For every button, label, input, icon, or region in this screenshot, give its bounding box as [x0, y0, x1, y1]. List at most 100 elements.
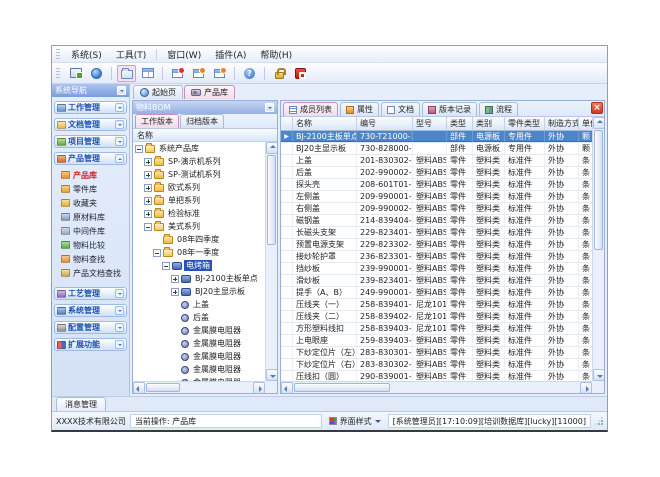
table-row[interactable]: 滑纱板239-823401-00X塑料ABS零件塑料类标准件外协条 [281, 275, 592, 287]
menu-system[interactable]: 系统(S) [64, 47, 109, 62]
nav-group-header-process-management[interactable]: 工艺管理 [54, 287, 127, 300]
tab-member-list[interactable]: 成员列表 [283, 102, 338, 116]
expand-icon[interactable] [144, 171, 152, 179]
table-row[interactable]: 磁钢盖214-839404-01X塑料ABS零件塑料类标准件外协条 [281, 215, 592, 227]
sidebar-item-raw-material-library[interactable]: 原材料库 [61, 210, 127, 224]
web-button[interactable] [87, 65, 106, 82]
tree-node-9[interactable]: 电烤箱 [133, 259, 265, 272]
scroll-down-icon[interactable] [593, 369, 604, 381]
chevron-down-icon[interactable] [115, 137, 124, 146]
pin-icon[interactable] [265, 103, 274, 112]
grid-horizontal-scrollbar[interactable] [281, 381, 592, 393]
tree-node-16[interactable]: 金属膜电阻器 [133, 350, 265, 363]
scroll-left-icon[interactable] [133, 382, 145, 393]
resize-grip[interactable] [595, 417, 603, 425]
tree-node-6[interactable]: 美式系列 [133, 220, 265, 233]
sidebar-item-product-library[interactable]: 产品库 [61, 168, 127, 182]
nav-group-header-project-management[interactable]: 项目管理 [54, 135, 127, 148]
column-header-6[interactable]: 制造方式 [545, 117, 579, 130]
tab-archived-version[interactable]: 归档版本 [180, 114, 224, 128]
scroll-left-icon[interactable] [281, 382, 293, 393]
sidebar-item-parts-library[interactable]: 零件库 [61, 182, 127, 196]
sidebar-item-material-search[interactable]: 物料查找 [61, 252, 127, 266]
scroll-right-icon[interactable] [580, 382, 592, 393]
collapse-icon[interactable] [162, 262, 170, 270]
grid-vscroll-thumb[interactable] [594, 130, 603, 250]
table-row[interactable]: BJ20主显示板730-828000-04X部件电源板专用件外协颗 [281, 143, 592, 155]
tree-node-13[interactable]: 后盖 [133, 311, 265, 324]
grid-hscroll-thumb[interactable] [294, 383, 390, 392]
tree-node-11[interactable]: BJ20主显示板 [133, 285, 265, 298]
chevron-down-icon[interactable] [115, 340, 124, 349]
table-row[interactable]: 接纱轮护罩236-823301-00X塑料ABS零件塑料类标准件外协条 [281, 251, 592, 263]
expand-icon[interactable] [144, 184, 152, 192]
table-row[interactable]: 上电眼座259-839403-00X塑料ABS零件塑料类标准件外协条 [281, 335, 592, 347]
tree-node-4[interactable]: 单把系列 [133, 194, 265, 207]
nav-group-header-system-management[interactable]: 系统管理 [54, 304, 127, 317]
tree-node-2[interactable]: SP-测试机系列 [133, 168, 265, 181]
expand-icon[interactable] [171, 288, 179, 296]
sidebar-item-favorites[interactable]: 收藏夹 [61, 196, 127, 210]
chevron-down-icon[interactable] [115, 103, 124, 112]
new-window-button[interactable] [168, 65, 187, 82]
expand-icon[interactable] [144, 158, 152, 166]
chevron-down-icon[interactable] [115, 289, 124, 298]
window-tasks-button[interactable] [210, 65, 229, 82]
nav-group-header-work-management[interactable]: 工作管理 [54, 101, 127, 114]
message-management-tab[interactable]: 消息管理 [56, 397, 106, 411]
column-header-0[interactable]: 名称 [293, 117, 357, 130]
tab-product-library[interactable]: 产品库 [184, 85, 235, 99]
tree-node-14[interactable]: 金属膜电阻器 [133, 324, 265, 337]
scroll-right-icon[interactable] [253, 382, 265, 393]
tree-node-15[interactable]: 金属膜电阻器 [133, 337, 265, 350]
tree-node-5[interactable]: 检验标准 [133, 207, 265, 220]
table-row[interactable]: 左侧盖209-990001-01X塑料ABS零件塑料类标准件外协条 [281, 191, 592, 203]
collapse-icon[interactable] [135, 145, 143, 153]
menu-window[interactable]: 窗口(W) [160, 47, 208, 62]
sidebar-item-intermediate-library[interactable]: 中间件库 [61, 224, 127, 238]
tab-start-page[interactable]: 起始页 [133, 85, 183, 99]
grid-vertical-scrollbar[interactable] [592, 117, 604, 381]
tab-documents[interactable]: 文档 [381, 102, 420, 116]
chevron-down-icon[interactable] [115, 120, 124, 129]
bom-vertical-scrollbar[interactable] [265, 142, 277, 381]
window-settings-button[interactable] [189, 65, 208, 82]
tree-node-8[interactable]: 08年一季度 [133, 246, 265, 259]
nav-group-header-config-management[interactable]: 配置管理 [54, 321, 127, 334]
column-header-5[interactable]: 零件类型 [505, 117, 545, 130]
nav-group-header-product-management[interactable]: 产品管理 [54, 152, 127, 165]
tree-node-0[interactable]: 系统产品库 [133, 142, 265, 155]
table-row[interactable]: 下纱定位片（左）283-830301-00X塑料ABS零件塑料类标准件外协条 [281, 347, 592, 359]
column-header-3[interactable]: 类型 [447, 117, 473, 130]
collapse-icon[interactable] [144, 223, 152, 231]
tab-properties[interactable]: 属性 [340, 102, 379, 116]
sidebar-item-product-doc-search[interactable]: 产品文档查找 [61, 266, 127, 280]
tree-node-17[interactable]: 金属膜电阻器 [133, 363, 265, 376]
tab-working-version[interactable]: 工作版本 [135, 114, 179, 128]
bom-hscroll-thumb[interactable] [146, 383, 180, 392]
column-header-1[interactable]: 编号 [357, 117, 413, 130]
nav-group-header-extensions[interactable]: 扩展功能 [54, 338, 127, 351]
tree-node-12[interactable]: 上盖 [133, 298, 265, 311]
bom-vscroll-thumb[interactable] [267, 155, 276, 245]
table-row[interactable]: 上盖201-830302-00X塑料ABS零件塑料类标准件外协条 [281, 155, 592, 167]
tree-node-3[interactable]: 欧式系列 [133, 181, 265, 194]
lock-button[interactable] [270, 65, 289, 82]
nav-group-header-document-management[interactable]: 文档管理 [54, 118, 127, 131]
tree-node-7[interactable]: 08年四季度 [133, 233, 265, 246]
interface-style-dropdown[interactable]: 界面样式 [326, 414, 384, 428]
help-button[interactable] [240, 65, 259, 82]
scroll-up-icon[interactable] [266, 142, 277, 154]
chevron-down-icon[interactable] [115, 306, 124, 315]
bom-horizontal-scrollbar[interactable] [133, 381, 265, 393]
column-header-7[interactable]: 单位 [579, 117, 593, 130]
table-row[interactable]: 方形塑料线扣258-839403-00X尼龙1010零件塑料类标准件外协条 [281, 323, 592, 335]
expand-icon[interactable] [144, 210, 152, 218]
chevron-down-icon[interactable] [115, 323, 124, 332]
tab-version-history[interactable]: 版本记录 [422, 102, 477, 116]
menu-plugins[interactable]: 插件(A) [208, 47, 253, 62]
scroll-up-icon[interactable] [593, 117, 604, 129]
scroll-down-icon[interactable] [266, 369, 277, 381]
tab-workflow[interactable]: 流程 [479, 102, 518, 116]
table-row[interactable]: 右侧盖209-990002-01X塑料ABS零件塑料类标准件外协条 [281, 203, 592, 215]
